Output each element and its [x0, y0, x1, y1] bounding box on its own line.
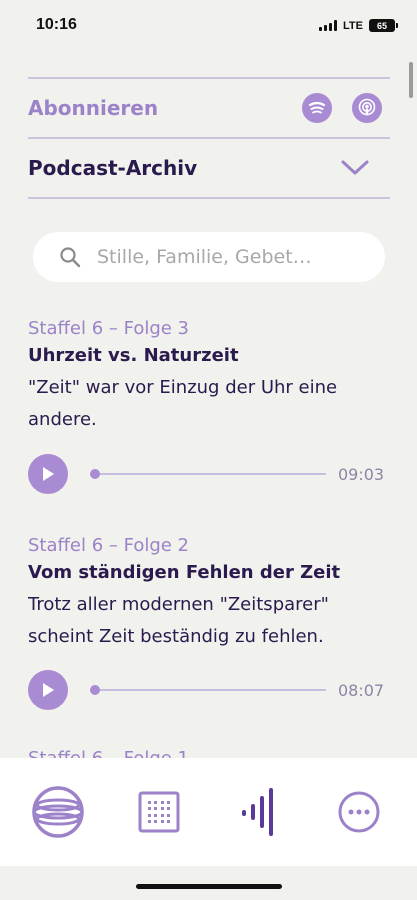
- episode-season: Staffel 6 – Folge 3: [28, 318, 190, 339]
- episode-item[interactable]: Staffel 6 – Folge 3 Uhrzeit vs. Naturzei…: [28, 318, 393, 436]
- main-content: Abonnieren Podcast-Archiv Stille, Famili…: [0, 0, 417, 758]
- nav-podcast[interactable]: [230, 784, 286, 840]
- episode-duration: 08:07: [338, 680, 385, 700]
- podcast-icon[interactable]: [352, 93, 382, 123]
- nav-more[interactable]: [331, 784, 387, 840]
- episode-title: Uhrzeit vs. Naturzeit: [28, 345, 239, 366]
- episode-description: Trotz aller modernen "Zeitsparer" schein…: [28, 594, 329, 647]
- nav-home[interactable]: [30, 784, 86, 840]
- episode-title: Vom ständigen Fehlen der Zeit: [28, 562, 341, 583]
- bottom-navigation: [0, 758, 417, 866]
- divider: [28, 137, 390, 139]
- nav-calendar[interactable]: [131, 784, 187, 840]
- archive-label: Podcast-Archiv: [28, 156, 198, 180]
- play-button[interactable]: [28, 670, 68, 710]
- logo-sphere-icon: [32, 786, 84, 838]
- play-button[interactable]: [28, 454, 68, 494]
- episode-description: "Zeit" war vor Einzug der Uhr eine ander…: [28, 377, 338, 430]
- progress-track: [90, 689, 326, 691]
- search-bar[interactable]: [33, 232, 385, 282]
- progress-slider[interactable]: [90, 468, 326, 480]
- home-indicator[interactable]: [136, 884, 282, 889]
- divider: [28, 197, 390, 199]
- subscribe-label: Abonnieren: [28, 96, 159, 120]
- progress-slider[interactable]: [90, 684, 326, 696]
- episode-item[interactable]: Staffel 6 – Folge 2 Vom ständigen Fehlen…: [28, 535, 393, 653]
- episode-duration: 09:03: [338, 464, 385, 484]
- spotify-icon[interactable]: [302, 93, 332, 123]
- chevron-down-icon: [340, 159, 370, 177]
- subscribe-row: Abonnieren: [28, 80, 390, 136]
- calendar-grid-icon: [138, 791, 180, 833]
- search-input[interactable]: [97, 246, 367, 268]
- search-icon: [59, 246, 81, 268]
- progress-track: [90, 473, 326, 475]
- progress-knob[interactable]: [90, 685, 100, 695]
- play-icon: [43, 683, 54, 697]
- divider: [28, 77, 390, 79]
- more-icon: [338, 791, 380, 833]
- podcast-archive-toggle[interactable]: Podcast-Archiv: [28, 140, 390, 196]
- progress-knob[interactable]: [90, 469, 100, 479]
- episode-season: Staffel 6 – Folge 2: [28, 535, 190, 556]
- subscribe-icons: [302, 93, 382, 123]
- audio-player: 08:07: [28, 670, 393, 710]
- episode-season[interactable]: Staffel 6 – Folge 1: [28, 748, 189, 758]
- audio-bars-icon: [242, 788, 273, 836]
- play-icon: [43, 467, 54, 481]
- home-bar-area: [0, 866, 417, 900]
- audio-player: 09:03: [28, 454, 393, 494]
